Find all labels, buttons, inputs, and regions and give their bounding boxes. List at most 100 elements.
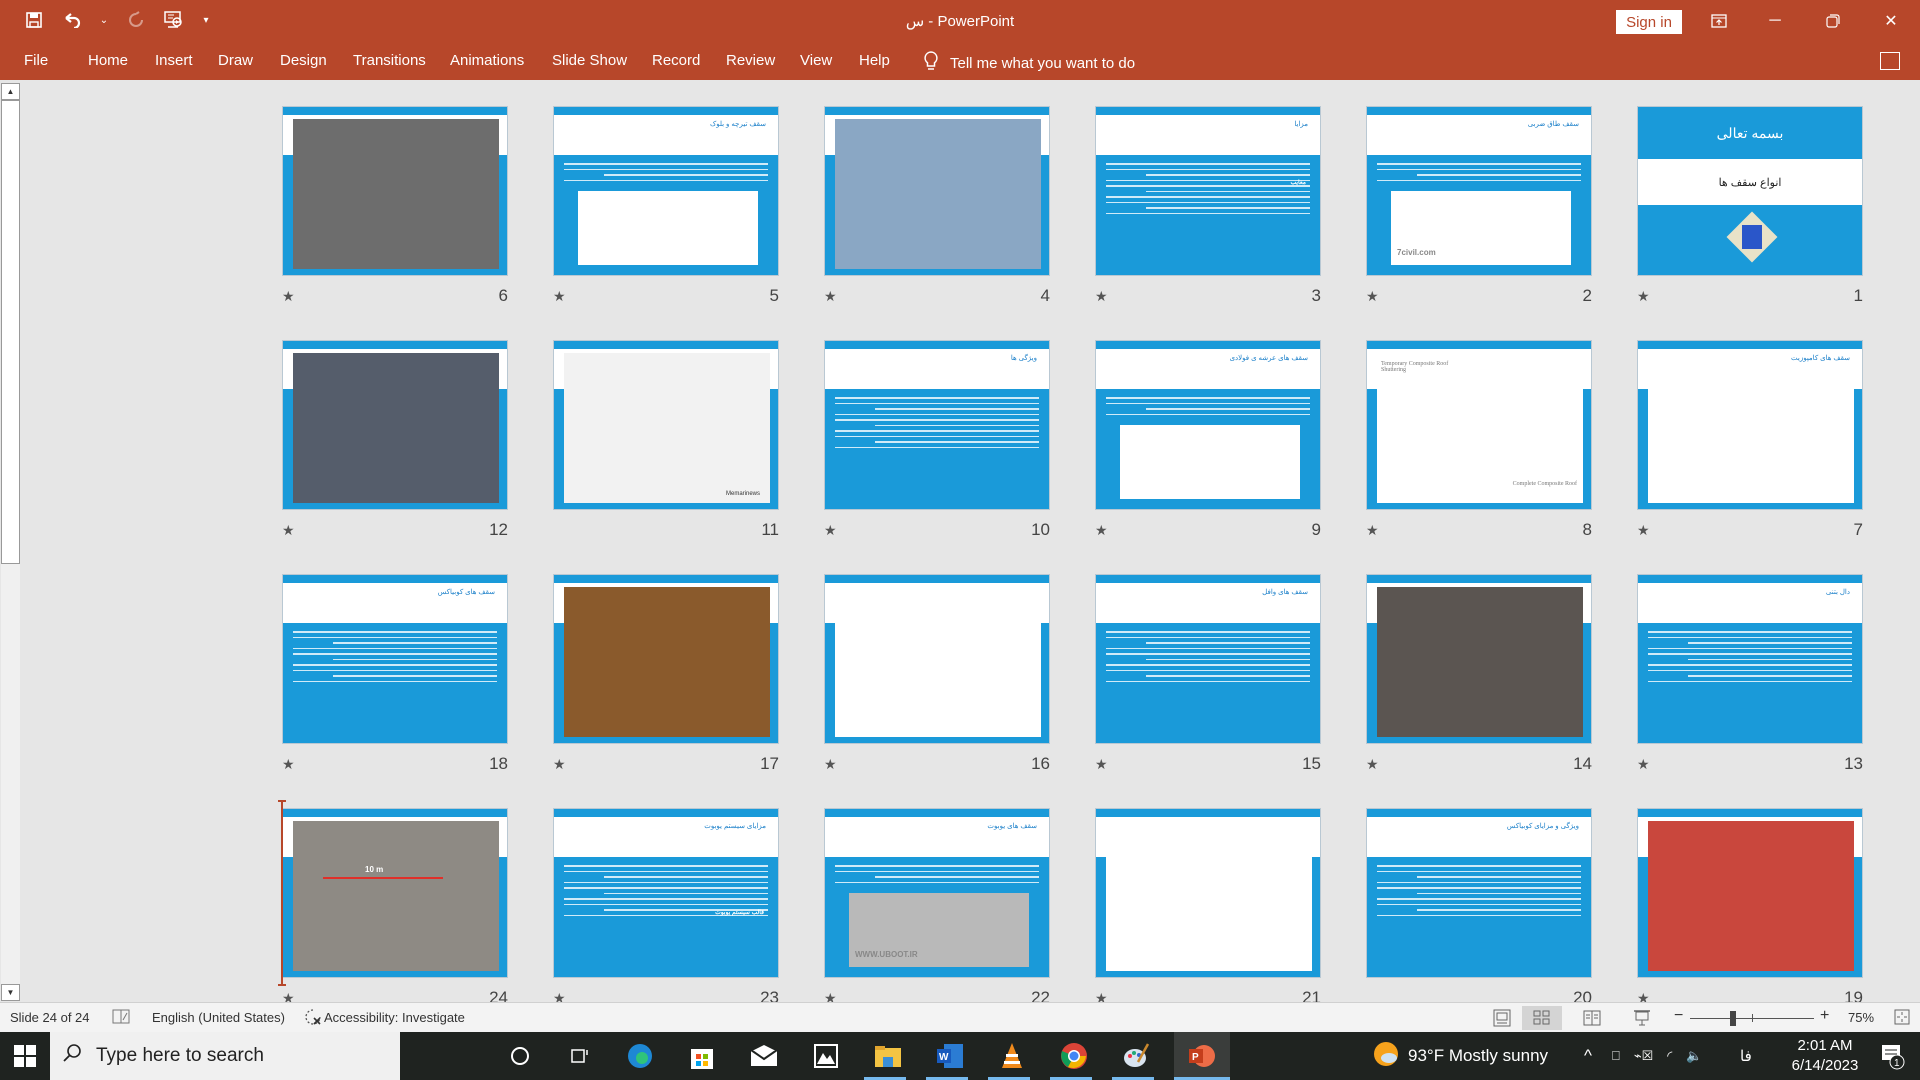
mail-icon[interactable] [740,1036,788,1076]
slide-thumbnail-13[interactable]: دال بتنی [1637,574,1863,744]
restore-icon[interactable] [1810,6,1856,36]
slide-thumbnail-12[interactable] [282,340,508,510]
store-icon[interactable] [678,1036,726,1076]
slide-thumbnail-5[interactable]: سقف تیرچه و بلوک [553,106,779,276]
slide-thumbnail-10[interactable]: ویژگی ها [824,340,1050,510]
windows-start-icon[interactable] [0,1032,50,1080]
scroll-up-arrow-icon[interactable]: ▲ [1,83,20,100]
transition-star-icon[interactable]: ★ [1366,288,1379,305]
slide-thumbnail-3[interactable]: مزایا معایب [1095,106,1321,276]
tab-animations[interactable]: Animations [450,52,524,69]
paint-icon[interactable] [1112,1036,1160,1080]
transition-star-icon[interactable]: ★ [282,288,295,305]
cortana-icon[interactable] [496,1036,544,1076]
notification-center-icon[interactable]: 1 [1880,1032,1906,1080]
tab-insert[interactable]: Insert [155,52,193,69]
zoom-slider-thumb[interactable] [1730,1011,1737,1026]
transition-star-icon[interactable]: ★ [1637,522,1650,539]
slide-thumbnail-20[interactable]: ویژگی و مزایای کوبیاکس [1366,808,1592,978]
input-language[interactable]: فا [1740,1032,1752,1080]
slide-thumbnail-21[interactable] [1095,808,1321,978]
normal-view-icon[interactable] [1482,1006,1522,1030]
tab-file[interactable]: File [24,52,48,69]
scroll-down-arrow-icon[interactable]: ▼ [1,984,20,1001]
transition-star-icon[interactable]: ★ [824,288,837,305]
tab-home[interactable]: Home [88,52,128,69]
slide-show-view-icon[interactable] [1622,1006,1662,1030]
reading-view-icon[interactable] [1572,1006,1612,1030]
fit-to-window-icon[interactable] [1894,1009,1910,1028]
slide-thumbnail-8[interactable]: Temporary Composite Roof Shuttering Compl… [1366,340,1592,510]
file-explorer-icon[interactable] [864,1036,912,1080]
vlc-icon[interactable] [988,1036,1036,1080]
clock[interactable]: 2:01 AM 6/14/2023 [1780,1036,1870,1076]
transition-star-icon[interactable]: ★ [282,756,295,773]
wifi-icon[interactable]: ◜ [1667,1048,1672,1064]
slide-thumbnail-2[interactable]: سقف طاق ضربی 7civil.com [1366,106,1592,276]
show-hidden-icons[interactable]: ^ [1584,1032,1592,1080]
slide-thumbnail-18[interactable]: سقف های کوبیاکس [282,574,508,744]
zoom-out-button[interactable]: − [1674,1007,1683,1025]
accessibility-status[interactable]: Accessibility: Investigate [324,1010,465,1025]
chrome-icon[interactable] [1050,1036,1098,1080]
transition-star-icon[interactable]: ★ [553,288,566,305]
transition-star-icon[interactable]: ★ [824,756,837,773]
slide-sorter-view-icon[interactable] [1522,1006,1562,1030]
accessibility-icon[interactable] [304,1008,322,1029]
slide-thumbnail-14[interactable] [1366,574,1592,744]
zoom-in-button[interactable]: + [1820,1007,1829,1025]
transition-star-icon[interactable]: ★ [1095,288,1108,305]
slide-thumbnail-15[interactable]: سقف های وافل [1095,574,1321,744]
slide-thumbnail-22[interactable]: سقف های یوبوت WWW.UBOOT.IR [824,808,1050,978]
word-icon[interactable]: W [926,1036,974,1080]
ribbon-display-options-icon[interactable] [1696,6,1742,36]
tab-help[interactable]: Help [859,52,890,69]
slide-thumbnail-7[interactable]: سقف های کامپوزیت [1637,340,1863,510]
sign-in-button[interactable]: Sign in [1616,10,1682,34]
battery-icon[interactable]: ⌁☒ [1634,1048,1653,1064]
photos-icon[interactable] [802,1036,850,1076]
vertical-scrollbar[interactable]: ▲ ▼ [1,83,20,1001]
slide-thumbnail-17[interactable] [553,574,779,744]
comments-icon[interactable] [1880,52,1900,70]
transition-star-icon[interactable]: ★ [824,522,837,539]
tab-record[interactable]: Record [652,52,700,69]
volume-icon[interactable]: 🔈 [1686,1048,1702,1064]
language-indicator[interactable]: English (United States) [152,1010,285,1025]
transition-star-icon[interactable]: ★ [282,522,295,539]
tab-view[interactable]: View [800,52,832,69]
close-icon[interactable]: ✕ [1868,6,1914,36]
tab-slide-show[interactable]: Slide Show [552,52,627,69]
transition-star-icon[interactable]: ★ [1637,756,1650,773]
slide-thumbnail-19[interactable] [1637,808,1863,978]
transition-star-icon[interactable]: ★ [1095,756,1108,773]
edge-icon[interactable] [616,1036,664,1076]
slide-counter[interactable]: Slide 24 of 24 [10,1010,90,1025]
tab-design[interactable]: Design [280,52,327,69]
slide-thumbnail-6[interactable] [282,106,508,276]
taskbar-search-input[interactable]: Type here to search [50,1032,400,1080]
scrollbar-thumb[interactable] [1,100,20,564]
slide-thumbnail-4[interactable] [824,106,1050,276]
slide-thumbnail-11[interactable]: Memarinews [553,340,779,510]
transition-star-icon[interactable]: ★ [1095,522,1108,539]
task-view-icon[interactable] [556,1036,604,1076]
zoom-level[interactable]: 75% [1848,1010,1874,1025]
tell-me-search[interactable]: Tell me what you want to do [924,51,1135,75]
powerpoint-icon[interactable]: P [1174,1032,1230,1080]
slide-thumbnail-1[interactable]: بسمه تعالی انواع سقف ها [1637,106,1863,276]
tab-draw[interactable]: Draw [218,52,253,69]
notes-icon[interactable] [112,1009,130,1028]
meet-now-icon[interactable]: ⎕ [1612,1048,1620,1064]
transition-star-icon[interactable]: ★ [553,756,566,773]
slide-thumbnail-9[interactable]: سقف های عرشه ی فولادی [1095,340,1321,510]
transition-star-icon[interactable]: ★ [1366,756,1379,773]
transition-star-icon[interactable]: ★ [1366,522,1379,539]
minimize-icon[interactable]: ─ [1752,6,1798,36]
transition-star-icon[interactable]: ★ [1637,288,1650,305]
slide-thumbnail-23[interactable]: مزایای سیستم یوبوت قالب سیستم یوبوت [553,808,779,978]
tab-transitions[interactable]: Transitions [353,52,426,69]
slide-thumbnail-24[interactable]: 10 m [282,808,508,978]
slide-thumbnail-16[interactable] [824,574,1050,744]
tab-review[interactable]: Review [726,52,775,69]
